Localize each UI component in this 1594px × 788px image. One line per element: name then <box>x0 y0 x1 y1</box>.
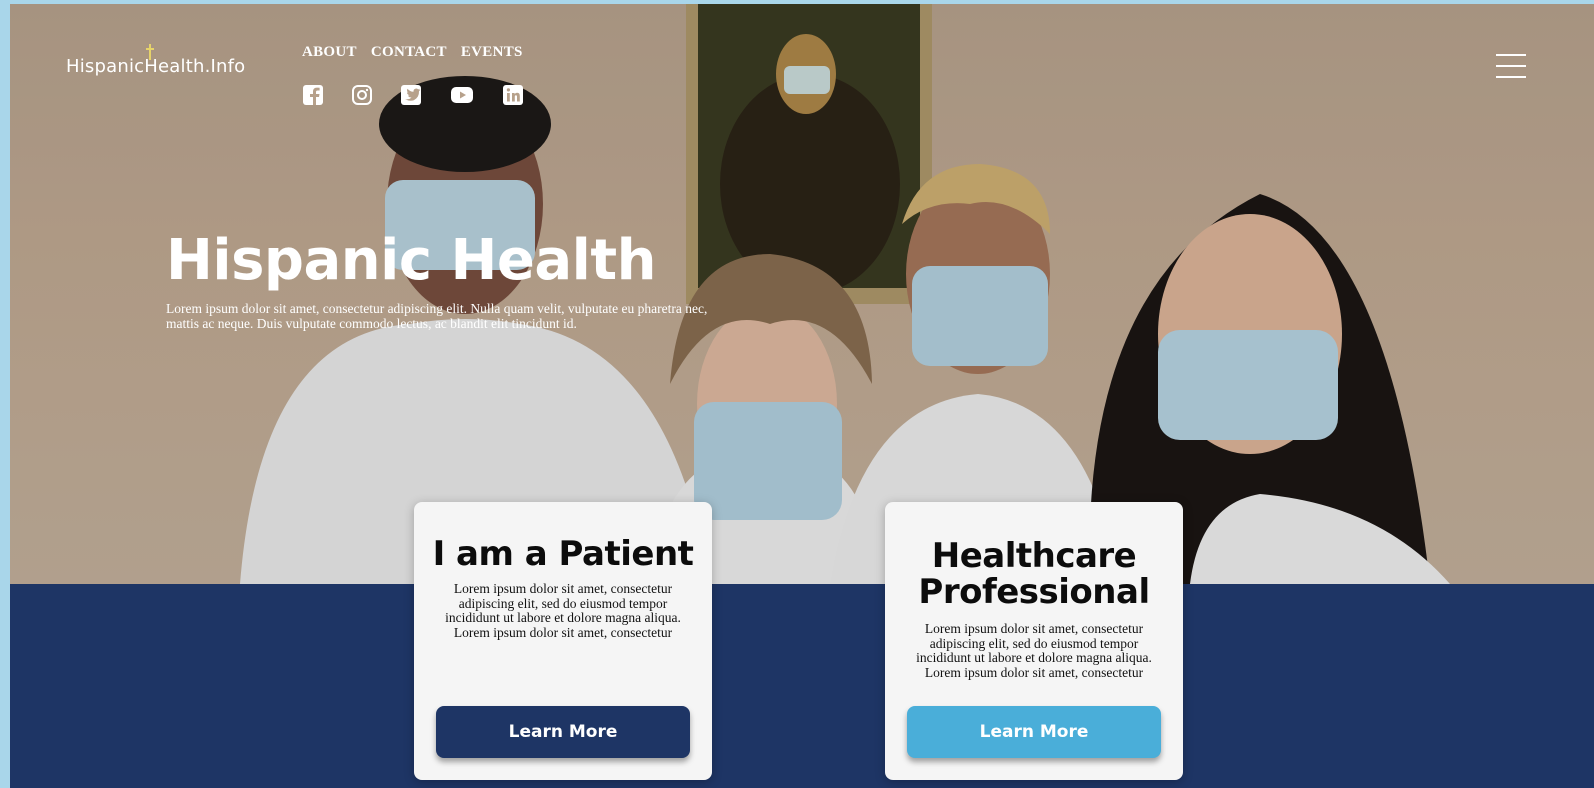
professional-learn-more-button[interactable]: Learn More <box>907 706 1161 758</box>
patient-card-text: Lorem ipsum dolor sit amet, consectetur … <box>445 581 681 640</box>
facebook-icon[interactable] <box>302 84 324 106</box>
hero-section <box>10 4 1594 584</box>
site-logo[interactable]: HispanicHealth.Info <box>66 44 246 77</box>
social-links <box>302 84 524 106</box>
hero-description: Lorem ipsum dolor sit amet, consectetur … <box>166 301 708 331</box>
linkedin-icon[interactable] <box>502 84 524 106</box>
blue-band <box>10 584 1594 788</box>
logo-text: HispanicHealth.Info <box>66 56 246 77</box>
hero-overlay <box>10 4 1594 584</box>
twitter-icon[interactable] <box>400 84 422 106</box>
patient-learn-more-button[interactable]: Learn More <box>436 706 690 758</box>
logo-cross-icon <box>146 44 154 60</box>
nav-events[interactable]: EVENTS <box>461 44 523 61</box>
top-nav: ABOUT CONTACT EVENTS <box>302 44 523 61</box>
youtube-icon[interactable] <box>449 84 475 106</box>
professional-card: Healthcare Professional Lorem ipsum dolo… <box>885 502 1183 780</box>
hero-title: Hispanic Health <box>166 228 657 293</box>
patient-card-title: I am a Patient <box>432 534 694 574</box>
patient-card: I am a Patient Lorem ipsum dolor sit ame… <box>414 502 712 780</box>
nav-contact[interactable]: CONTACT <box>371 44 447 61</box>
hamburger-menu-icon[interactable] <box>1496 52 1528 80</box>
instagram-icon[interactable] <box>351 84 373 106</box>
nav-about[interactable]: ABOUT <box>302 44 357 61</box>
page-frame: HispanicHealth.Info ABOUT CONTACT EVENTS <box>10 4 1594 788</box>
professional-card-text: Lorem ipsum dolor sit amet, consectetur … <box>916 621 1152 680</box>
professional-card-title: Healthcare Professional <box>918 536 1150 612</box>
